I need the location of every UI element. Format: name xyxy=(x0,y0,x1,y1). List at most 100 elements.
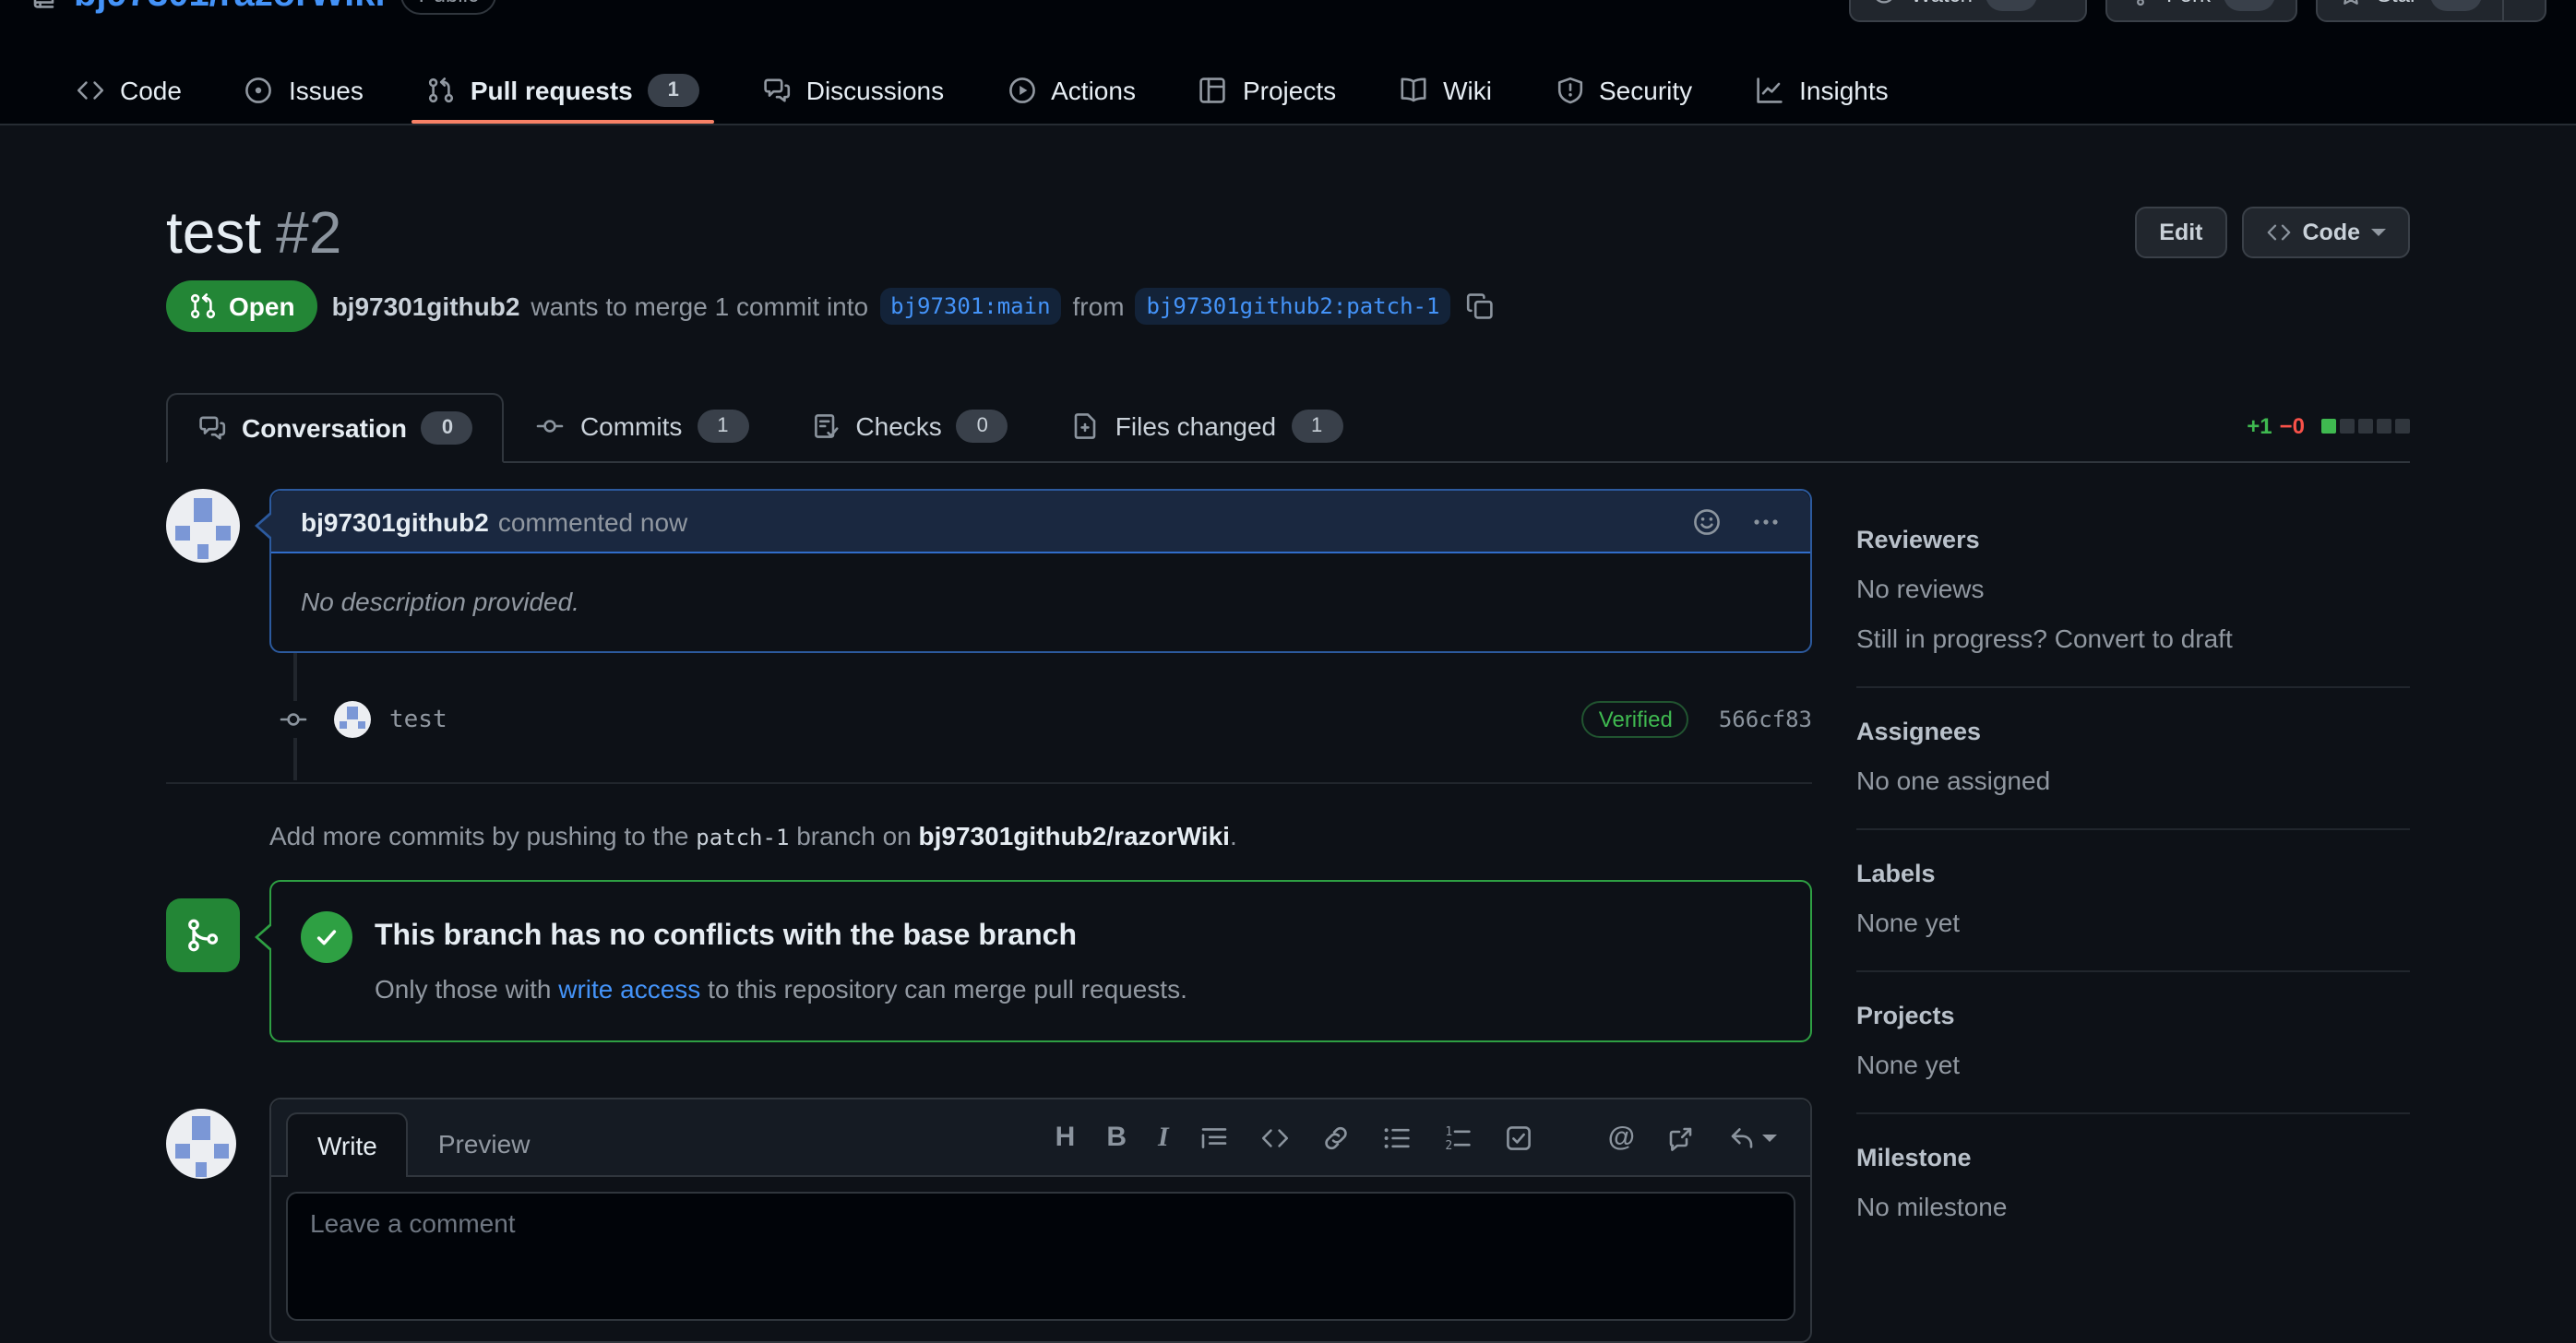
nav-tab-wiki[interactable]: Wiki xyxy=(1384,57,1507,124)
nav-tab-label: Pull requests xyxy=(471,76,633,105)
diff-stat: +1 −0 xyxy=(2247,413,2410,461)
commit-event: test Verified 566cf83 xyxy=(166,697,1812,742)
watch-button[interactable]: Watch 1 xyxy=(1850,0,2087,22)
visibility-badge: Public xyxy=(400,0,497,15)
repo-name[interactable]: bj97301/razorWiki xyxy=(74,0,386,13)
unordered-list-icon[interactable] xyxy=(1383,1123,1413,1153)
conversation-count: 0 xyxy=(422,411,473,445)
sidebar-section-milestone: Milestone No milestone xyxy=(1856,1144,2410,1254)
nav-tab-insights[interactable]: Insights xyxy=(1740,57,1903,124)
comment-timestamp: commented now xyxy=(498,506,687,536)
reviewers-empty-text: No reviews xyxy=(1856,574,2410,603)
checklist-icon xyxy=(811,411,841,441)
tab-write[interactable]: Write xyxy=(286,1112,409,1177)
star-button[interactable]: Star 0 xyxy=(2316,0,2546,22)
head-repo-name: bj97301github2/razorWiki xyxy=(919,821,1230,850)
pr-number: #2 xyxy=(276,199,341,266)
ordered-list-icon[interactable]: 12 xyxy=(1444,1123,1473,1153)
commit-message[interactable]: test xyxy=(389,706,447,733)
avatar[interactable] xyxy=(166,489,240,563)
push-note: Add more commits by pushing to the patch… xyxy=(166,821,1812,850)
fork-button[interactable]: Fork 1 xyxy=(2105,0,2297,22)
discussion-timeline: bj97301github2 commented now No descript… xyxy=(166,489,1812,1343)
tab-conversation[interactable]: Conversation 0 xyxy=(166,393,505,463)
svg-text:1: 1 xyxy=(1446,1125,1453,1139)
nav-tab-discussions[interactable]: Discussions xyxy=(747,57,959,124)
link-icon[interactable] xyxy=(1322,1123,1352,1153)
play-icon xyxy=(1007,76,1036,105)
comment-input[interactable] xyxy=(286,1192,1795,1321)
comment-author[interactable]: bj97301github2 xyxy=(301,506,489,536)
avatar[interactable] xyxy=(334,701,371,738)
branch-name: patch-1 xyxy=(696,825,789,850)
tasklist-icon[interactable] xyxy=(1505,1123,1534,1153)
code-icon[interactable] xyxy=(1261,1123,1291,1153)
button-divider xyxy=(2502,0,2504,20)
pr-sidebar: Reviewers No reviews Still in progress? … xyxy=(1856,489,2410,1343)
checks-count: 0 xyxy=(957,410,1008,443)
mention-icon[interactable]: @ xyxy=(1608,1123,1635,1153)
chevron-down-icon xyxy=(1762,1135,1777,1142)
timeline-divider xyxy=(166,782,1812,784)
assignees-heading: Assignees xyxy=(1856,718,2410,745)
nav-tab-issues[interactable]: Issues xyxy=(230,57,378,124)
write-access-link[interactable]: write access xyxy=(558,974,700,1004)
tab-checks[interactable]: Checks 0 xyxy=(780,391,1039,461)
nav-tab-projects[interactable]: Projects xyxy=(1184,57,1351,124)
check-icon xyxy=(301,911,352,963)
base-branch-label: bj97301:main xyxy=(879,288,1061,325)
nav-tab-actions[interactable]: Actions xyxy=(992,57,1151,124)
nav-tab-security[interactable]: Security xyxy=(1540,57,1707,124)
watch-label: Watch xyxy=(1911,0,1973,7)
shield-icon xyxy=(1555,76,1584,105)
avatar[interactable] xyxy=(166,1109,236,1179)
merge-text: wants to merge 1 commit into xyxy=(531,291,868,321)
italic-icon[interactable]: I xyxy=(1158,1123,1169,1153)
nav-tab-code[interactable]: Code xyxy=(61,57,197,124)
tab-preview[interactable]: Preview xyxy=(409,1112,560,1175)
book-icon xyxy=(1399,76,1428,105)
reply-icon[interactable] xyxy=(1727,1123,1777,1153)
star-count: 0 xyxy=(2430,0,2482,11)
edit-button[interactable]: Edit xyxy=(2135,207,2226,258)
heading-icon[interactable]: H xyxy=(1055,1123,1076,1153)
nav-tab-label: Insights xyxy=(1799,76,1889,105)
nav-tab-label: Issues xyxy=(289,76,364,105)
git-commit-icon xyxy=(279,701,308,738)
pr-author[interactable]: bj97301github2 xyxy=(332,291,520,321)
code-button[interactable]: Code xyxy=(2242,207,2411,258)
pr-title: test#2 xyxy=(166,196,341,269)
quote-icon[interactable] xyxy=(1200,1123,1230,1153)
nav-tab-label: Actions xyxy=(1051,76,1136,105)
comment-form: Write Preview H B I 12 xyxy=(166,1098,1812,1343)
merge-status-section: This branch has no conflicts with the ba… xyxy=(166,880,1812,1042)
code-icon xyxy=(76,76,105,105)
pr-state-badge: Open xyxy=(166,280,317,332)
projects-empty-text: None yet xyxy=(1856,1050,2410,1079)
sidebar-section-reviewers: Reviewers No reviews Still in progress? … xyxy=(1856,526,2410,688)
merge-status-title: This branch has no conflicts with the ba… xyxy=(375,921,1077,954)
bold-icon[interactable]: B xyxy=(1106,1123,1127,1153)
graph-icon xyxy=(1755,76,1784,105)
comment-header: bj97301github2 commented now xyxy=(271,491,1810,553)
convert-to-draft-link[interactable]: Still in progress? Convert to draft xyxy=(1856,624,2410,653)
assignees-empty-text: No one assigned xyxy=(1856,766,2410,795)
git-merge-icon xyxy=(166,898,240,972)
copy-icon[interactable] xyxy=(1465,291,1495,321)
nav-tab-label: Security xyxy=(1599,76,1692,105)
merge-status-subtext: Only those with write access to this rep… xyxy=(375,974,1781,1004)
smiley-icon[interactable] xyxy=(1692,506,1722,536)
nav-tab-pull-requests[interactable]: Pull requests 1 xyxy=(411,57,714,124)
pr-header: test#2 Edit Code Open bj97301github2 xyxy=(166,196,2410,332)
sidebar-section-projects: Projects None yet xyxy=(1856,1002,2410,1114)
tab-files-changed[interactable]: Files changed 1 xyxy=(1040,391,1374,461)
commits-count: 1 xyxy=(697,410,748,443)
tab-commits[interactable]: Commits 1 xyxy=(505,391,780,461)
commit-sha[interactable]: 566cf83 xyxy=(1719,707,1812,732)
verified-badge[interactable]: Verified xyxy=(1582,701,1689,738)
cross-reference-icon[interactable] xyxy=(1666,1123,1696,1153)
kebab-menu-icon[interactable] xyxy=(1751,506,1781,536)
sidebar-section-assignees: Assignees No one assigned xyxy=(1856,718,2410,830)
deletions-count: −0 xyxy=(2280,413,2305,439)
fork-label: Fork xyxy=(2166,0,2211,7)
